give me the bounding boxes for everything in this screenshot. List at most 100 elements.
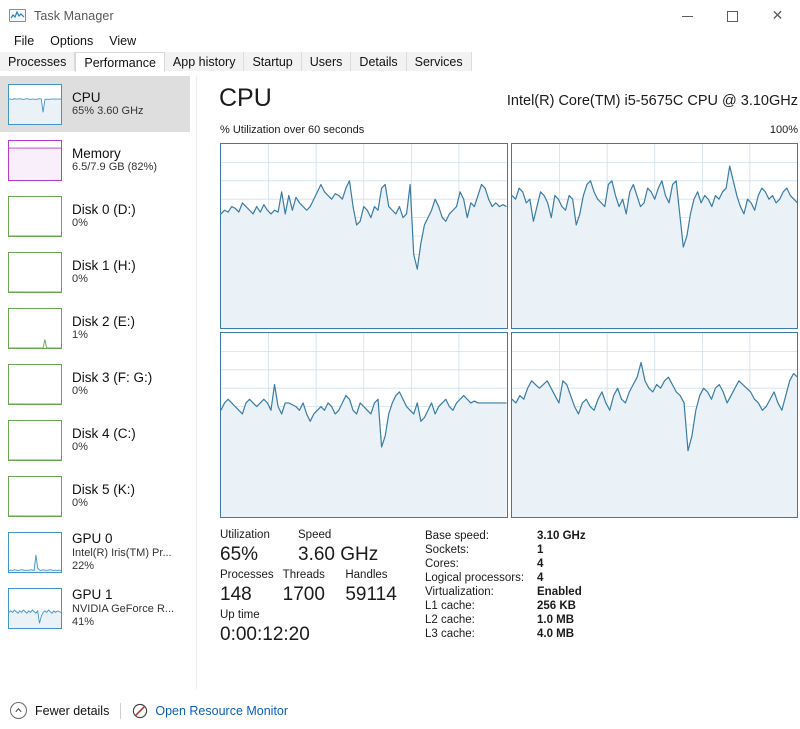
maximize-icon bbox=[727, 10, 738, 22]
stat-label: Handles bbox=[345, 569, 388, 582]
sidebar-item-text: Disk 3 (F: G:) 0% bbox=[72, 370, 152, 399]
sidebar-item-title: Disk 5 (K:) bbox=[72, 481, 136, 497]
page-title: CPU bbox=[219, 84, 272, 112]
menu-item-options[interactable]: Options bbox=[42, 32, 101, 50]
sidebar-divider bbox=[196, 76, 197, 689]
stat-label: Up time bbox=[220, 609, 260, 622]
sidebar-item-title: Disk 3 (F: G:) bbox=[72, 369, 153, 385]
sidebar-item-cpu[interactable]: CPU 65% 3.60 GHz bbox=[0, 76, 190, 132]
minimize-icon bbox=[682, 15, 693, 17]
sidebar-item-memory[interactable]: Memory 6.5/7.9 GB (82%) bbox=[0, 132, 196, 188]
cpu-stats-details: Base speed: 3.10 GHz Sockets: 1 Cores: 4 Logic… bbox=[425, 530, 755, 640]
stat-threads: Threads 1700 bbox=[283, 568, 346, 608]
resource-monitor-icon[interactable] bbox=[132, 703, 148, 719]
stats-row: Processes 148 Threads 1700 Handles 59114 bbox=[220, 568, 415, 608]
tab-app-history[interactable]: App history bbox=[164, 52, 245, 72]
sidebar-item-disk-1-h[interactable]: Disk 1 (H:) 0% bbox=[0, 244, 196, 300]
sidebar-thumbnail-graph bbox=[8, 419, 62, 461]
sidebar-item-text: GPU 1 NVIDIA GeForce R... 41% bbox=[72, 587, 174, 629]
detail-value-virtualization: Enabled bbox=[537, 586, 582, 598]
chevron-up-icon[interactable] bbox=[10, 702, 27, 719]
detail-label-sockets: Sockets: bbox=[425, 544, 470, 556]
stat-label: Utilization bbox=[220, 529, 270, 541]
sidebar-item-subtitle: NVIDIA GeForce R... bbox=[72, 602, 175, 615]
stat-processes: Processes 148 bbox=[220, 568, 283, 608]
sidebar-item-disk-4-c[interactable]: Disk 4 (C:) 0% bbox=[0, 412, 196, 468]
detail-label-l1-cache: L1 cache: bbox=[425, 600, 475, 612]
tab-services[interactable]: Services bbox=[406, 52, 472, 72]
detail-value-cores: 4 bbox=[537, 558, 544, 570]
sidebar-item-title: Disk 1 (H:) bbox=[72, 257, 136, 273]
window-title-group: Task Manager bbox=[9, 7, 114, 24]
detail-value-l1-cache: 256 KB bbox=[537, 600, 576, 612]
cpu-stats: Utilization 65% Speed 3.60 GHz Processes 148 T… bbox=[220, 528, 798, 678]
tab-details[interactable]: Details bbox=[351, 52, 407, 72]
stat-speed: Speed 3.60 GHz bbox=[298, 528, 408, 568]
logical-processor-graph-grid bbox=[220, 143, 798, 518]
sidebar-item-subtitle: 0% bbox=[72, 385, 88, 398]
sidebar-item-gpu-1[interactable]: GPU 1 NVIDIA GeForce R... 41% bbox=[0, 580, 196, 636]
tab-strip: Processes Performance App history Startu… bbox=[0, 52, 800, 72]
task-manager-icon bbox=[9, 7, 26, 24]
logical-processor-graph-3 bbox=[510, 332, 798, 518]
footer-separator bbox=[120, 702, 122, 719]
sidebar-item-text: Memory 6.5/7.9 GB (82%) bbox=[72, 146, 157, 175]
sidebar-item-subtitle: 65% 3.60 GHz bbox=[72, 105, 144, 118]
detail-value-l2-cache: 1.0 MB bbox=[537, 614, 575, 626]
sidebar-thumbnail-graph bbox=[8, 307, 62, 349]
close-button[interactable]: ✕ bbox=[755, 0, 800, 32]
sidebar-thumbnail-graph bbox=[8, 195, 62, 237]
detail-value-l3-cache: 4.0 MB bbox=[537, 628, 575, 640]
sidebar-item-title: Disk 2 (E:) bbox=[72, 313, 136, 329]
resource-sidebar[interactable]: CPU 65% 3.60 GHz Memory 6.5/7.9 GB (82%) Dis… bbox=[0, 76, 196, 689]
window-titlebar: Task Manager ✕ bbox=[0, 0, 800, 32]
tab-users[interactable]: Users bbox=[301, 52, 352, 72]
close-icon: ✕ bbox=[771, 8, 784, 24]
stat-label: Processes bbox=[220, 569, 274, 582]
sidebar-item-text: CPU 65% 3.60 GHz bbox=[72, 90, 144, 119]
tab-processes[interactable]: Processes bbox=[0, 52, 76, 72]
sidebar-item-disk-5-k[interactable]: Disk 5 (K:) 0% bbox=[0, 468, 196, 524]
cpu-model-label: Intel(R) Core(TM) i5-5675C CPU @ 3.10GHz bbox=[506, 93, 798, 109]
window-title: Task Manager bbox=[34, 8, 114, 23]
sidebar-item-gpu-0[interactable]: GPU 0 Intel(R) Iris(TM) Pr... 22% bbox=[0, 524, 196, 580]
sidebar-item-title: GPU 0 bbox=[72, 531, 113, 547]
detail-value-sockets: 1 bbox=[537, 544, 544, 556]
sidebar-item-text: Disk 2 (E:) 1% bbox=[72, 314, 135, 343]
sidebar-item-disk-2-e[interactable]: Disk 2 (E:) 1% bbox=[0, 300, 196, 356]
menu-item-file[interactable]: File bbox=[6, 32, 42, 50]
window-controls: ✕ bbox=[665, 0, 800, 32]
fewer-details-button[interactable]: Fewer details bbox=[35, 704, 109, 718]
menu-bar: File Options View bbox=[0, 30, 800, 52]
stat-value: 148 bbox=[220, 584, 252, 606]
stat-value: 3.60 GHz bbox=[298, 544, 379, 566]
graph-max-label: 100% bbox=[769, 124, 798, 136]
sidebar-item-text: Disk 1 (H:) 0% bbox=[72, 258, 136, 287]
stats-row: Utilization 65% Speed 3.60 GHz bbox=[220, 528, 415, 568]
sidebar-item-subtitle: 0% bbox=[72, 217, 88, 230]
sidebar-item-disk-3-f-g[interactable]: Disk 3 (F: G:) 0% bbox=[0, 356, 196, 412]
tab-performance[interactable]: Performance bbox=[75, 52, 165, 72]
sidebar-item-disk-0-d[interactable]: Disk 0 (D:) 0% bbox=[0, 188, 196, 244]
menu-item-view[interactable]: View bbox=[101, 32, 144, 50]
sidebar-item-title: CPU bbox=[72, 89, 101, 105]
stat-value: 65% bbox=[220, 544, 259, 566]
sidebar-item-subtitle: 0% bbox=[72, 497, 88, 510]
detail-label-logical-processors: Logical processors: bbox=[425, 572, 525, 584]
stat-label: Speed bbox=[298, 529, 332, 541]
tab-startup[interactable]: Startup bbox=[244, 52, 302, 72]
detail-label-cores: Cores: bbox=[425, 558, 459, 570]
sidebar-thumbnail-graph bbox=[8, 251, 62, 293]
sidebar-thumbnail-graph bbox=[8, 475, 62, 517]
sidebar-item-value: 41% bbox=[72, 615, 95, 628]
detail-label-l2-cache: L2 cache: bbox=[425, 614, 475, 626]
minimize-button[interactable] bbox=[665, 0, 710, 32]
stats-row: Up time 0:00:12:20 bbox=[220, 608, 415, 648]
stat-up-time: Up time 0:00:12:20 bbox=[220, 608, 415, 648]
logical-processor-graph-1 bbox=[510, 143, 798, 329]
cpu-stats-primary: Utilization 65% Speed 3.60 GHz Processes 148 T… bbox=[220, 528, 415, 648]
maximize-button[interactable] bbox=[710, 0, 755, 32]
open-resource-monitor-link[interactable]: Open Resource Monitor bbox=[155, 704, 288, 718]
sidebar-item-text: Disk 0 (D:) 0% bbox=[72, 202, 136, 231]
stat-value: 0:00:12:20 bbox=[220, 624, 310, 646]
